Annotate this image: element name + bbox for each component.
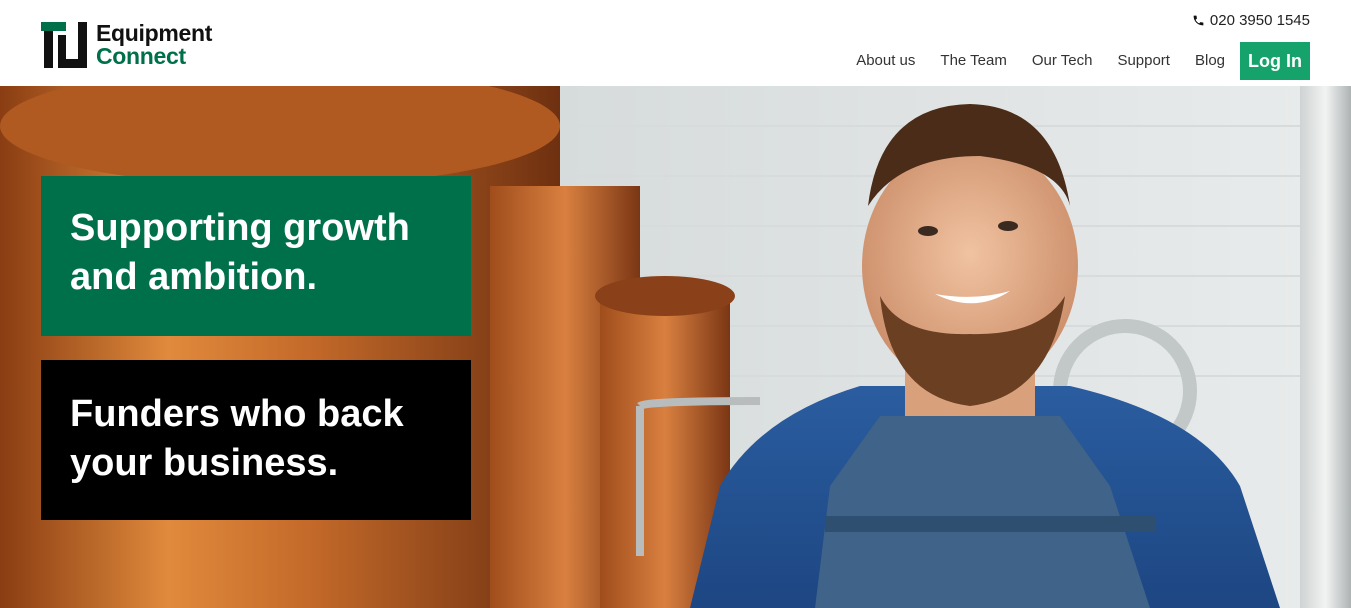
- nav-about-us[interactable]: About us: [856, 42, 915, 80]
- login-button[interactable]: Log In: [1240, 42, 1310, 80]
- nav-support[interactable]: Support: [1117, 42, 1170, 80]
- nav-our-tech[interactable]: Our Tech: [1032, 42, 1093, 80]
- hero-subheadline: Funders who back your business.: [70, 393, 404, 484]
- phone-number[interactable]: 020 3950 1545: [1192, 12, 1310, 29]
- nav-blog[interactable]: Blog: [1195, 42, 1225, 80]
- hero-headline: Supporting growth and ambition.: [70, 207, 410, 298]
- logo-text-line2: Connect: [96, 43, 186, 69]
- phone-text: 020 3950 1545: [1209, 12, 1310, 29]
- site-header: Equipment Connect 020 3950 1545 About us…: [0, 0, 1351, 86]
- headline-card: Supporting growth and ambition.: [41, 176, 471, 336]
- phone-icon: [1193, 15, 1204, 26]
- logo-text-line1: Equipment: [96, 20, 213, 46]
- subheadline-card: Funders who back your business.: [41, 360, 471, 520]
- logo-mark-icon: [41, 22, 87, 68]
- logo[interactable]: Equipment Connect: [41, 22, 212, 68]
- main-nav: About us The Team Our Tech Support Blog …: [831, 42, 1310, 80]
- nav-the-team[interactable]: The Team: [940, 42, 1006, 80]
- hero-image: [0, 86, 1351, 608]
- hero-section: Supporting growth and ambition. Funders …: [0, 86, 1351, 608]
